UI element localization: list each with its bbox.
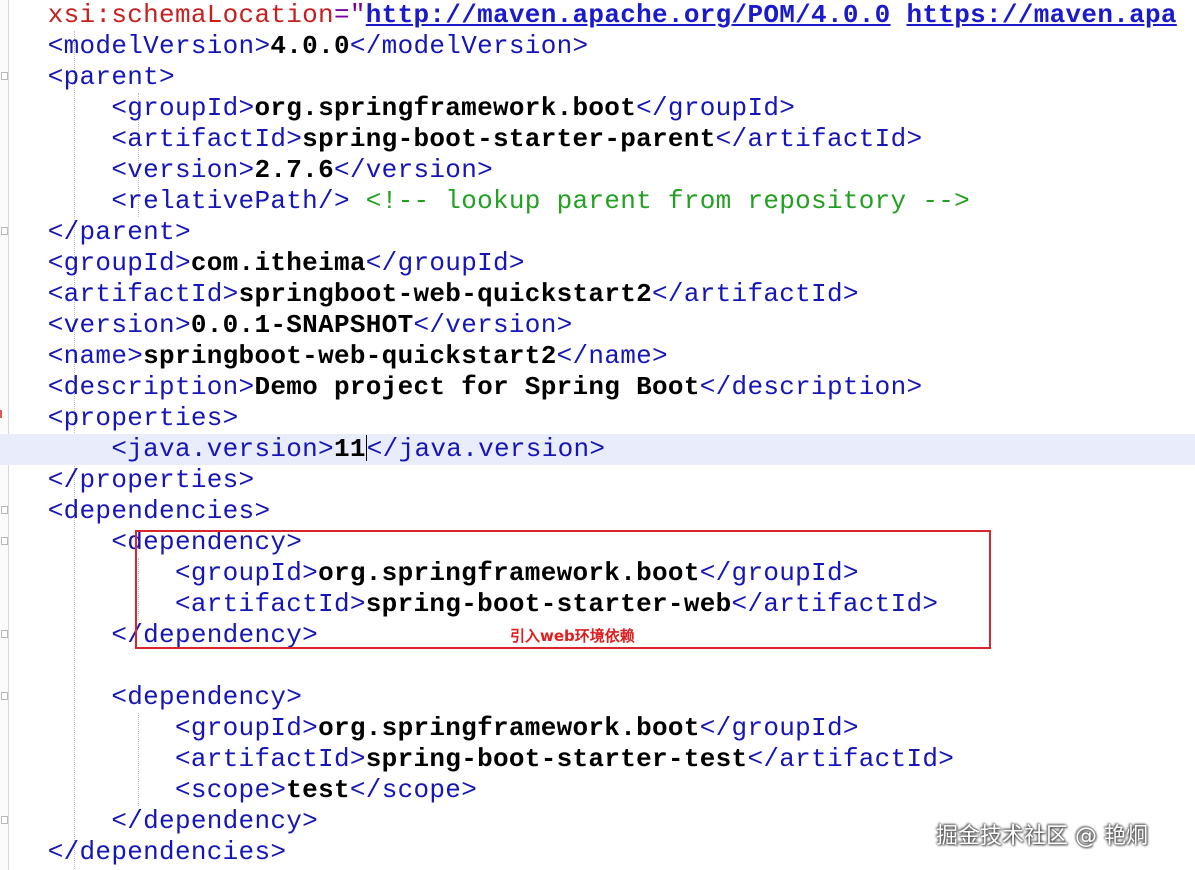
code-line[interactable]: <properties> — [0, 403, 1195, 434]
code-line[interactable]: <modelVersion>4.0.0</modelVersion> — [0, 31, 1195, 62]
code-line[interactable]: <artifactId>spring-boot-starter-test</ar… — [0, 744, 1195, 775]
code-line[interactable] — [0, 651, 1195, 682]
xml-comment: <!-- lookup parent from repository --> — [349, 186, 971, 216]
code-line[interactable]: <version>0.0.1-SNAPSHOT</version> — [0, 310, 1195, 341]
code-line[interactable]: <artifactId>springboot-web-quickstart2</… — [0, 279, 1195, 310]
code-line[interactable]: <groupId>com.itheima</groupId> — [0, 248, 1195, 279]
code-line[interactable]: <dependency> — [0, 682, 1195, 713]
code-line[interactable]: <relativePath/> <!-- lookup parent from … — [0, 186, 1195, 217]
code-line[interactable]: <dependencies> — [0, 496, 1195, 527]
schema-link[interactable]: http://maven.apache.org/POM/4.0.0 — [366, 0, 891, 30]
code-line[interactable]: <artifactId>spring-boot-starter-parent</… — [0, 124, 1195, 155]
code-line[interactable]: <groupId>org.springframework.boot</group… — [0, 713, 1195, 744]
current-code-line[interactable]: <java.version>11</java.version> — [0, 434, 1195, 465]
code-line[interactable]: </properties> — [0, 465, 1195, 496]
code-line[interactable]: <name>springboot-web-quickstart2</name> — [0, 341, 1195, 372]
code-line[interactable]: <version>2.7.6</version> — [0, 155, 1195, 186]
annotation-label: 引入web环境依赖 — [510, 627, 635, 645]
watermark: 掘金技术社区 @ 艳炯 — [936, 824, 1148, 849]
code-line[interactable]: <scope>test</scope> — [0, 775, 1195, 806]
schema-link[interactable]: https://maven.apa — [906, 0, 1176, 30]
code-line[interactable]: <groupId>org.springframework.boot</group… — [0, 93, 1195, 124]
xml-attribute: xsi:schemaLocation — [47, 0, 334, 30]
code-line[interactable]: <parent> — [0, 62, 1195, 93]
code-editor[interactable]: xsi:schemaLocation="http://maven.apache.… — [0, 0, 1195, 870]
code-line[interactable]: <description>Demo project for Spring Boo… — [0, 372, 1195, 403]
code-line[interactable]: </parent> — [0, 217, 1195, 248]
code-line[interactable]: xsi:schemaLocation="http://maven.apache.… — [0, 0, 1195, 31]
